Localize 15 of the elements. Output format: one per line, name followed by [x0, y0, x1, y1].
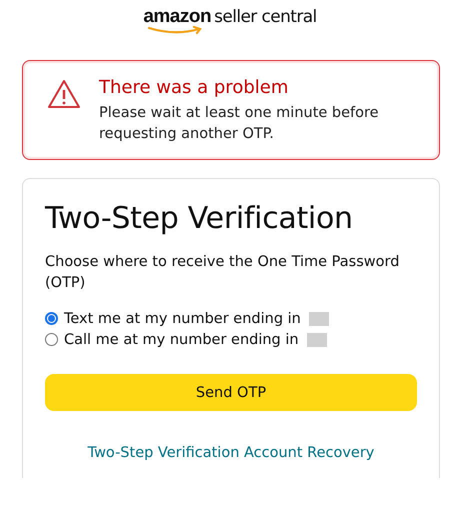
- radio-button[interactable]: [45, 333, 58, 346]
- product-name: seller central: [214, 7, 317, 27]
- brand-logo: amazon: [143, 6, 212, 28]
- alert-title: There was a problem: [99, 77, 290, 98]
- option-label: Text me at my number ending in: [64, 310, 301, 326]
- send-otp-button[interactable]: Send OTP: [45, 374, 417, 411]
- page-heading: Two-Step Verification: [45, 201, 354, 236]
- redacted-block: [308, 312, 329, 326]
- instruction-text: Choose where to receive the One Time Password (OTP): [45, 253, 400, 293]
- option-label: Call me at my number ending in: [64, 332, 299, 348]
- warning-icon: [47, 79, 81, 109]
- redacted-block: [306, 332, 327, 346]
- radio-button[interactable]: [45, 312, 58, 325]
- alert-message: Please wait at least one minute before requesting another OTP.: [99, 104, 380, 144]
- recovery-link[interactable]: Two-Step Verification Account Recovery: [88, 445, 374, 461]
